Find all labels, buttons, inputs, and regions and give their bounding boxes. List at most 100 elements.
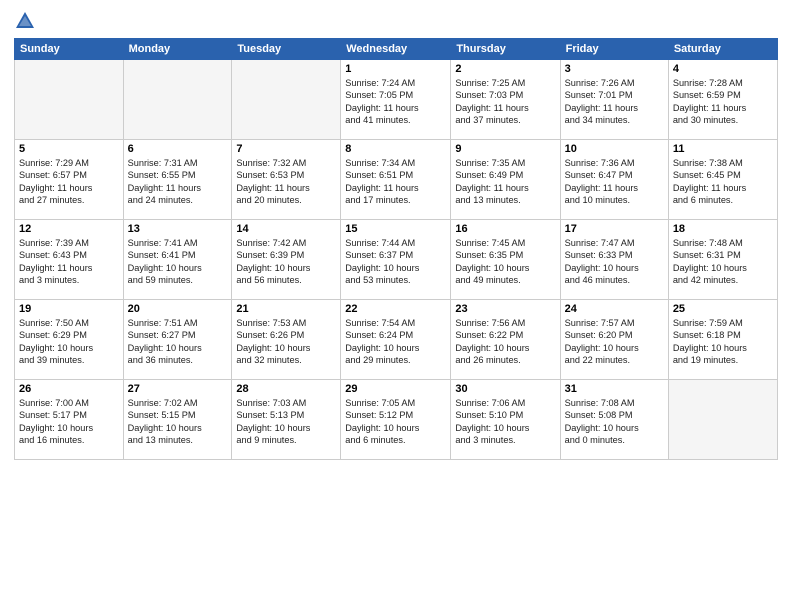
calendar-cell: 25Sunrise: 7:59 AMSunset: 6:18 PMDayligh… [668,300,777,380]
day-number: 30 [455,383,555,395]
page: SundayMondayTuesdayWednesdayThursdayFrid… [0,0,792,612]
calendar-week-3: 19 Sunrise: 7:50 AMSunset: 6:29 PMDayligh… [15,300,778,380]
calendar-cell: 31Sunrise: 7:08 AMSunset: 5:08 PMDayligh… [560,380,668,460]
cell-info: Sunrise: 7:34 AMSunset: 6:51 PMDaylight:… [345,157,446,207]
day-number: 19 [19,303,119,315]
day-number: 2 [455,63,555,75]
calendar-cell: 5 Sunrise: 7:29 AMSunset: 6:57 PMDaylight… [15,140,124,220]
calendar-cell: 7 Sunrise: 7:32 AMSunset: 6:53 PMDaylight… [232,140,341,220]
day-number: 9 [455,143,555,155]
day-number: 7 [236,143,336,155]
day-number: 24 [565,303,664,315]
calendar-cell: 20 Sunrise: 7:51 AMSunset: 6:27 PMDayligh… [123,300,232,380]
calendar-header-tuesday: Tuesday [232,39,341,60]
calendar-header-thursday: Thursday [451,39,560,60]
cell-info: Sunrise: 7:28 AMSunset: 6:59 PMDaylight:… [673,77,773,127]
cell-info: Sunrise: 7:50 AMSunset: 6:29 PMDaylight:… [19,317,119,367]
calendar-week-2: 12 Sunrise: 7:39 AMSunset: 6:43 PMDayligh… [15,220,778,300]
cell-info: Sunrise: 7:41 AMSunset: 6:41 PMDaylight:… [128,237,228,287]
calendar-week-0: 1 Sunrise: 7:24 AMSunset: 7:05 PMDaylight… [15,60,778,140]
calendar-header-monday: Monday [123,39,232,60]
cell-info: Sunrise: 7:53 AMSunset: 6:26 PMDaylight:… [236,317,336,367]
calendar-cell: 22 Sunrise: 7:54 AMSunset: 6:24 PMDayligh… [341,300,451,380]
calendar-cell: 26 Sunrise: 7:00 AMSunset: 5:17 PMDayligh… [15,380,124,460]
calendar-cell: 30 Sunrise: 7:06 AMSunset: 5:10 PMDayligh… [451,380,560,460]
calendar-cell: 15 Sunrise: 7:44 AMSunset: 6:37 PMDayligh… [341,220,451,300]
cell-info: Sunrise: 7:44 AMSunset: 6:37 PMDaylight:… [345,237,446,287]
logo-icon [14,10,36,32]
day-number: 28 [236,383,336,395]
calendar-cell: 8 Sunrise: 7:34 AMSunset: 6:51 PMDaylight… [341,140,451,220]
day-number: 1 [345,63,446,75]
day-number: 11 [673,143,773,155]
calendar-cell: 21 Sunrise: 7:53 AMSunset: 6:26 PMDayligh… [232,300,341,380]
cell-info: Sunrise: 7:08 AMSunset: 5:08 PMDaylight:… [565,397,664,447]
cell-info: Sunrise: 7:39 AMSunset: 6:43 PMDaylight:… [19,237,119,287]
day-number: 21 [236,303,336,315]
calendar-table: SundayMondayTuesdayWednesdayThursdayFrid… [14,38,778,460]
day-number: 27 [128,383,228,395]
day-number: 20 [128,303,228,315]
calendar-cell: 9 Sunrise: 7:35 AMSunset: 6:49 PMDaylight… [451,140,560,220]
calendar-cell: 17 Sunrise: 7:47 AMSunset: 6:33 PMDayligh… [560,220,668,300]
calendar-cell: 4 Sunrise: 7:28 AMSunset: 6:59 PMDaylight… [668,60,777,140]
calendar-cell [232,60,341,140]
calendar-cell: 12 Sunrise: 7:39 AMSunset: 6:43 PMDayligh… [15,220,124,300]
day-number: 4 [673,63,773,75]
calendar-cell: 13 Sunrise: 7:41 AMSunset: 6:41 PMDayligh… [123,220,232,300]
cell-info: Sunrise: 7:32 AMSunset: 6:53 PMDaylight:… [236,157,336,207]
cell-info: Sunrise: 7:45 AMSunset: 6:35 PMDaylight:… [455,237,555,287]
day-number: 29 [345,383,446,395]
cell-info: Sunrise: 7:48 AMSunset: 6:31 PMDaylight:… [673,237,773,287]
day-number: 15 [345,223,446,235]
cell-info: Sunrise: 7:35 AMSunset: 6:49 PMDaylight:… [455,157,555,207]
calendar-cell: 19 Sunrise: 7:50 AMSunset: 6:29 PMDayligh… [15,300,124,380]
cell-info: Sunrise: 7:38 AMSunset: 6:45 PMDaylight:… [673,157,773,207]
day-number: 10 [565,143,664,155]
cell-info: Sunrise: 7:47 AMSunset: 6:33 PMDaylight:… [565,237,664,287]
calendar-cell: 11 Sunrise: 7:38 AMSunset: 6:45 PMDayligh… [668,140,777,220]
day-number: 5 [19,143,119,155]
day-number: 13 [128,223,228,235]
calendar-cell: 3Sunrise: 7:26 AMSunset: 7:01 PMDaylight… [560,60,668,140]
calendar-cell: 18 Sunrise: 7:48 AMSunset: 6:31 PMDayligh… [668,220,777,300]
cell-info: Sunrise: 7:00 AMSunset: 5:17 PMDaylight:… [19,397,119,447]
cell-info: Sunrise: 7:06 AMSunset: 5:10 PMDaylight:… [455,397,555,447]
calendar-cell: 27 Sunrise: 7:02 AMSunset: 5:15 PMDayligh… [123,380,232,460]
cell-info: Sunrise: 7:36 AMSunset: 6:47 PMDaylight:… [565,157,664,207]
day-number: 12 [19,223,119,235]
cell-info: Sunrise: 7:25 AMSunset: 7:03 PMDaylight:… [455,77,555,127]
day-number: 8 [345,143,446,155]
day-number: 23 [455,303,555,315]
calendar-cell: 29Sunrise: 7:05 AMSunset: 5:12 PMDayligh… [341,380,451,460]
cell-info: Sunrise: 7:02 AMSunset: 5:15 PMDaylight:… [128,397,228,447]
calendar-cell: 10 Sunrise: 7:36 AMSunset: 6:47 PMDayligh… [560,140,668,220]
cell-info: Sunrise: 7:54 AMSunset: 6:24 PMDaylight:… [345,317,446,367]
day-number: 18 [673,223,773,235]
day-number: 26 [19,383,119,395]
day-number: 16 [455,223,555,235]
calendar-header-wednesday: Wednesday [341,39,451,60]
day-number: 14 [236,223,336,235]
calendar-cell: 23Sunrise: 7:56 AMSunset: 6:22 PMDayligh… [451,300,560,380]
calendar-week-1: 5 Sunrise: 7:29 AMSunset: 6:57 PMDaylight… [15,140,778,220]
header [14,10,778,32]
calendar-cell [123,60,232,140]
cell-info: Sunrise: 7:51 AMSunset: 6:27 PMDaylight:… [128,317,228,367]
calendar-header-friday: Friday [560,39,668,60]
day-number: 6 [128,143,228,155]
cell-info: Sunrise: 7:24 AMSunset: 7:05 PMDaylight:… [345,77,446,127]
cell-info: Sunrise: 7:29 AMSunset: 6:57 PMDaylight:… [19,157,119,207]
cell-info: Sunrise: 7:03 AMSunset: 5:13 PMDaylight:… [236,397,336,447]
calendar-cell [668,380,777,460]
calendar-cell [15,60,124,140]
calendar-cell: 1 Sunrise: 7:24 AMSunset: 7:05 PMDaylight… [341,60,451,140]
calendar-header-saturday: Saturday [668,39,777,60]
calendar-cell: 16 Sunrise: 7:45 AMSunset: 6:35 PMDayligh… [451,220,560,300]
day-number: 17 [565,223,664,235]
cell-info: Sunrise: 7:57 AMSunset: 6:20 PMDaylight:… [565,317,664,367]
calendar-week-4: 26 Sunrise: 7:00 AMSunset: 5:17 PMDayligh… [15,380,778,460]
calendar-cell: 2 Sunrise: 7:25 AMSunset: 7:03 PMDaylight… [451,60,560,140]
calendar-cell: 6Sunrise: 7:31 AMSunset: 6:55 PMDaylight… [123,140,232,220]
day-number: 22 [345,303,446,315]
